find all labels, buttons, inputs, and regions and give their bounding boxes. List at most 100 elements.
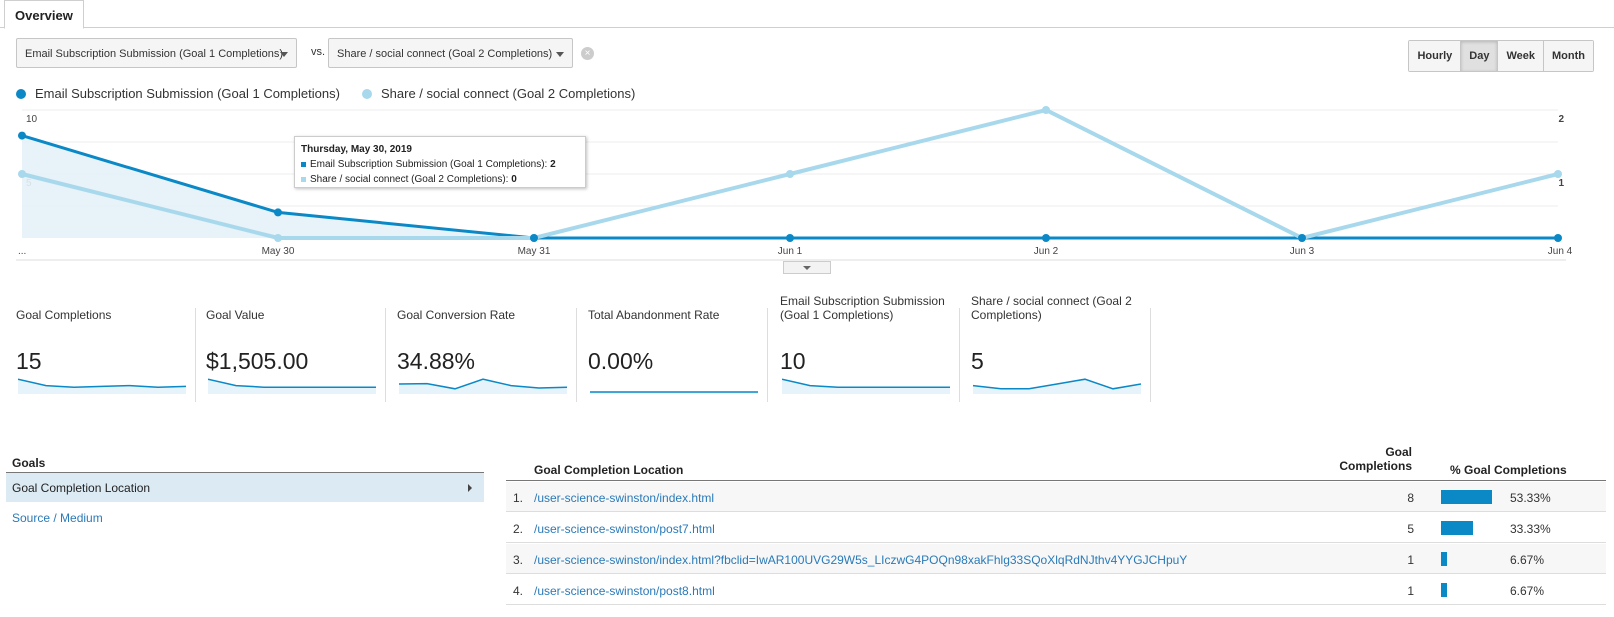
row-index: 1. (513, 491, 524, 505)
row-location-link[interactable]: /user-science-swinston/index.html?fbclid… (534, 553, 1187, 567)
row-completions: 5 (1407, 522, 1414, 536)
row-completions: 1 (1407, 553, 1414, 567)
y-tick-label: 10 (26, 114, 38, 125)
sparkline (782, 378, 950, 394)
goal-completion-location-item[interactable]: Goal Completion Location (6, 473, 484, 502)
goals-heading: Goals (12, 456, 46, 470)
series2-dot-icon (362, 88, 372, 99)
collapse-chart-button[interactable] (783, 261, 831, 274)
metric-card[interactable]: Goal Conversion Rate 34.88% (397, 308, 577, 402)
metric-card[interactable]: Goal Value $1,505.00 (206, 308, 386, 402)
metric-label: Total Abandonment Rate (588, 308, 720, 322)
series1-swatch-icon (301, 161, 306, 167)
row-location-link[interactable]: /user-science-swinston/post7.html (534, 522, 715, 536)
data-point (1554, 234, 1562, 242)
series2-swatch-icon (301, 176, 306, 182)
data-point (1042, 106, 1050, 114)
tab-bar (0, 0, 1614, 28)
metric-label: Goal Completions (16, 308, 112, 322)
goal-completion-location-label: Goal Completion Location (12, 481, 151, 495)
legend-series2[interactable]: Share / social connect (Goal 2 Completio… (362, 86, 635, 101)
tooltip-title: Thursday, May 30, 2019 (301, 144, 412, 155)
tooltip-line1-value: 2 (550, 159, 556, 170)
metric-value: 15 (16, 348, 42, 374)
sparkline (18, 378, 186, 394)
period-month-button[interactable]: Month (1543, 41, 1593, 71)
sparkline (973, 378, 1141, 394)
legend-series2-label: Share / social connect (Goal 2 Completio… (381, 86, 636, 101)
primary-metric-select[interactable]: Email Subscription Submission (Goal 1 Co… (16, 38, 297, 68)
data-point (1042, 234, 1050, 242)
metric-label: Email Subscription Submission (Goal 1 Co… (780, 294, 945, 322)
series-area (22, 135, 1558, 238)
metric-card[interactable]: Total Abandonment Rate 0.00% (588, 308, 768, 402)
column-percent[interactable]: % Goal Completions (1450, 463, 1567, 477)
legend-series1-label: Email Subscription Submission (Goal 1 Co… (35, 86, 340, 101)
tooltip-line2-label: Share / social connect (Goal 2 Completio… (310, 174, 509, 185)
metric-card[interactable]: Email Subscription Submission (Goal 1 Co… (780, 294, 960, 402)
metric-value: 5 (971, 348, 984, 374)
table-row: 3. /user-science-swinston/index.html?fbcl… (506, 544, 1606, 574)
metric-value: 10 (780, 348, 806, 374)
table-row: 1. /user-science-swinston/index.html 8 53.3… (506, 482, 1606, 512)
line-chart: 10521...May 30May 31Jun 1Jun 2Jun 3Jun 4 (16, 106, 1573, 261)
tooltip-line2-value: 0 (511, 174, 517, 185)
source-medium-link[interactable]: Source / Medium (12, 511, 103, 525)
period-switcher: Hourly Day Week Month (1408, 40, 1594, 72)
x-tick-label: ... (18, 246, 26, 257)
metric-label: Share / social connect (Goal 2 Completio… (971, 294, 1132, 322)
data-point (274, 208, 282, 217)
sparkline (399, 378, 567, 394)
close-circle-icon[interactable]: × (581, 47, 594, 60)
row-percent: 6.67% (1510, 584, 1545, 598)
secondary-metric-select[interactable]: Share / social connect (Goal 2 Completio… (328, 38, 573, 68)
row-percent: 53.33% (1510, 491, 1551, 505)
sparkline-area (399, 379, 567, 394)
period-hourly-button[interactable]: Hourly (1409, 41, 1461, 71)
column-completions-line1: Goal (1385, 445, 1412, 459)
row-location-link[interactable]: /user-science-swinston/post8.html (534, 584, 715, 598)
row-percent-bar (1441, 583, 1447, 597)
period-day-button[interactable]: Day (1460, 41, 1498, 71)
row-percent: 6.67% (1510, 553, 1545, 567)
metric-label: Goal Conversion Rate (397, 308, 516, 322)
data-point (786, 234, 794, 242)
row-index: 3. (513, 553, 524, 567)
row-index: 4. (513, 584, 524, 598)
row-location-link[interactable]: /user-science-swinston/index.html (534, 491, 714, 505)
table-header: Goal Completion Location Goal Completion… (506, 445, 1606, 481)
column-location[interactable]: Goal Completion Location (534, 463, 683, 477)
vs-label: vs. (311, 46, 326, 58)
row-completions: 1 (1407, 584, 1414, 598)
data-point (530, 234, 538, 242)
chart-tooltip: Thursday, May 30, 2019 Email Subscriptio… (294, 136, 586, 188)
row-percent-bar (1441, 490, 1492, 504)
table-row: 2. /user-science-swinston/post7.html 5 33.3… (506, 513, 1606, 543)
y-tick-label: 2 (1558, 114, 1564, 125)
metric-card[interactable]: Goal Completions 15 (16, 308, 196, 402)
row-completions: 8 (1407, 491, 1414, 505)
x-tick-label: Jun 3 (1290, 246, 1315, 257)
data-point (1554, 170, 1562, 178)
metric-value: 0.00% (588, 348, 654, 374)
metric-card[interactable]: Share / social connect (Goal 2 Completio… (971, 294, 1151, 402)
data-point (786, 170, 794, 178)
sparkline (590, 391, 758, 394)
x-tick-label: May 30 (262, 246, 295, 257)
column-completions-line2: Completions (1339, 459, 1412, 473)
series1-dot-icon (16, 88, 26, 99)
metric-value: $1,505.00 (206, 348, 309, 374)
chevron-down-icon (280, 52, 288, 57)
legend-series1[interactable]: Email Subscription Submission (Goal 1 Co… (16, 86, 340, 101)
tab-overview[interactable]: Overview (4, 0, 84, 29)
table-row: 4. /user-science-swinston/post8.html 1 6.67… (506, 575, 1606, 605)
data-point (18, 131, 26, 140)
x-tick-label: Jun 4 (1548, 246, 1573, 257)
x-tick-label: Jun 2 (1034, 246, 1059, 257)
x-tick-label: Jun 1 (778, 246, 803, 257)
column-completions[interactable]: Goal Completions (1339, 445, 1412, 473)
chevron-down-icon (556, 52, 564, 57)
period-week-button[interactable]: Week (1497, 41, 1544, 71)
metric-value: 34.88% (397, 348, 476, 374)
sparkline-area (973, 379, 1141, 394)
